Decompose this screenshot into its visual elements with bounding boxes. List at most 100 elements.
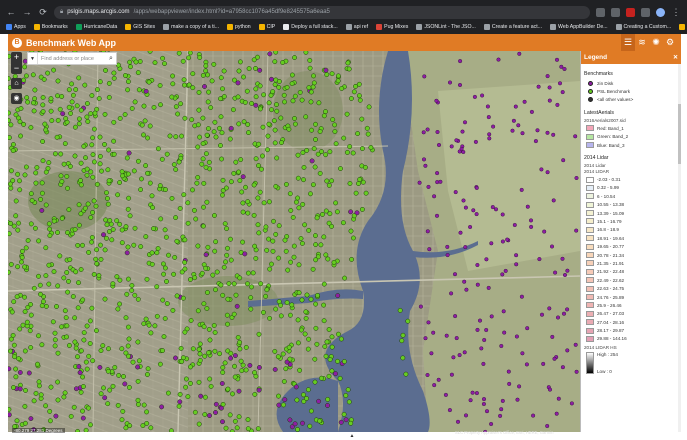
benchmark-point[interactable] [345,387,351,393]
benchmark-point[interactable] [302,331,308,337]
benchmark-point[interactable] [138,187,144,193]
benchmark-point[interactable] [470,390,475,395]
benchmark-point[interactable] [36,383,42,389]
benchmark-point[interactable] [141,132,146,138]
benchmark-point[interactable] [292,421,298,427]
benchmark-point[interactable] [213,410,218,415]
benchmark-point[interactable] [55,230,60,235]
benchmark-point[interactable] [202,394,208,400]
benchmark-point[interactable] [232,418,238,424]
benchmark-point[interactable] [178,101,184,107]
benchmark-point[interactable] [224,312,230,318]
benchmark-point[interactable] [125,353,131,359]
benchmark-point[interactable] [188,364,193,370]
benchmark-point[interactable] [190,71,196,77]
benchmark-point[interactable] [164,301,170,307]
benchmark-point[interactable] [282,99,287,105]
benchmark-point[interactable] [349,256,355,262]
benchmark-point[interactable] [507,381,512,386]
benchmark-point[interactable] [89,235,95,240]
benchmark-point[interactable] [147,123,153,129]
benchmark-point[interactable] [224,226,230,232]
benchmark-point[interactable] [187,277,193,282]
benchmark-point[interactable] [212,348,218,354]
benchmark-point[interactable] [64,173,70,179]
benchmark-point[interactable] [218,75,224,81]
benchmark-point[interactable] [110,383,116,389]
benchmark-point[interactable] [303,51,309,55]
benchmark-point[interactable] [12,354,17,360]
benchmark-point[interactable] [563,272,568,277]
benchmark-point[interactable] [240,200,246,206]
home-button[interactable]: ⌂ [11,78,22,89]
benchmark-point[interactable] [225,245,230,251]
benchmark-point[interactable] [174,293,180,299]
benchmark-point[interactable] [473,139,478,144]
benchmark-point[interactable] [234,425,240,431]
benchmark-point[interactable] [295,152,301,158]
benchmark-point[interactable] [176,51,182,56]
benchmark-point[interactable] [489,314,494,319]
benchmark-point[interactable] [553,270,558,275]
benchmark-point[interactable] [65,230,70,236]
benchmark-point[interactable] [562,311,567,316]
benchmark-point[interactable] [85,201,91,207]
reload-icon[interactable]: ⟳ [38,7,48,17]
benchmark-point[interactable] [25,304,31,310]
benchmark-point[interactable] [218,405,224,411]
benchmark-point[interactable] [8,185,14,191]
benchmark-point[interactable] [143,234,149,240]
benchmark-point[interactable] [295,427,300,432]
benchmark-point[interactable] [130,359,136,365]
benchmark-point[interactable] [51,218,57,224]
benchmark-point[interactable] [178,345,184,351]
benchmark-point[interactable] [204,290,210,295]
benchmark-point[interactable] [197,357,203,363]
benchmark-point[interactable] [114,274,120,280]
benchmark-point[interactable] [158,216,164,222]
benchmark-point[interactable] [237,59,243,65]
benchmark-point[interactable] [311,146,317,152]
benchmark-point[interactable] [484,257,489,262]
bookmark-item[interactable]: HurricaneData [75,24,117,30]
benchmark-point[interactable] [98,242,103,248]
benchmark-point[interactable] [97,364,103,370]
benchmark-point[interactable] [282,237,288,243]
benchmark-point[interactable] [141,103,147,109]
benchmark-point[interactable] [294,397,300,403]
benchmark-point[interactable] [397,307,403,313]
benchmark-point[interactable] [189,117,195,123]
benchmark-point[interactable] [231,170,237,176]
benchmark-point[interactable] [329,334,335,340]
benchmark-point[interactable] [30,72,36,78]
benchmark-point[interactable] [286,344,292,350]
benchmark-point[interactable] [295,195,301,201]
benchmark-point[interactable] [217,351,223,357]
benchmark-point[interactable] [273,183,279,189]
benchmark-point[interactable] [425,373,430,378]
benchmark-point[interactable] [525,204,530,209]
benchmark-point[interactable] [315,151,321,157]
benchmark-point[interactable] [28,416,34,422]
benchmark-point[interactable] [362,164,368,170]
benchmark-point[interactable] [8,122,14,128]
benchmark-point[interactable] [64,270,70,275]
benchmark-point[interactable] [43,202,49,208]
benchmark-point[interactable] [502,330,507,335]
benchmark-point[interactable] [48,108,54,114]
benchmark-point[interactable] [145,135,151,141]
benchmark-point[interactable] [23,164,29,170]
benchmark-point[interactable] [102,247,108,253]
benchmark-point[interactable] [105,401,111,407]
benchmark-point[interactable] [149,261,155,267]
benchmark-point[interactable] [218,96,223,102]
benchmark-point[interactable] [83,359,89,365]
benchmark-point[interactable] [110,281,116,287]
benchmark-point[interactable] [41,76,47,82]
benchmark-point[interactable] [13,213,19,219]
benchmark-point[interactable] [228,179,234,185]
bookmark-item[interactable]: JSONLint - The JSO... [416,24,476,30]
benchmark-point[interactable] [558,81,563,86]
benchmark-point[interactable] [296,262,302,268]
benchmark-point[interactable] [539,167,544,172]
